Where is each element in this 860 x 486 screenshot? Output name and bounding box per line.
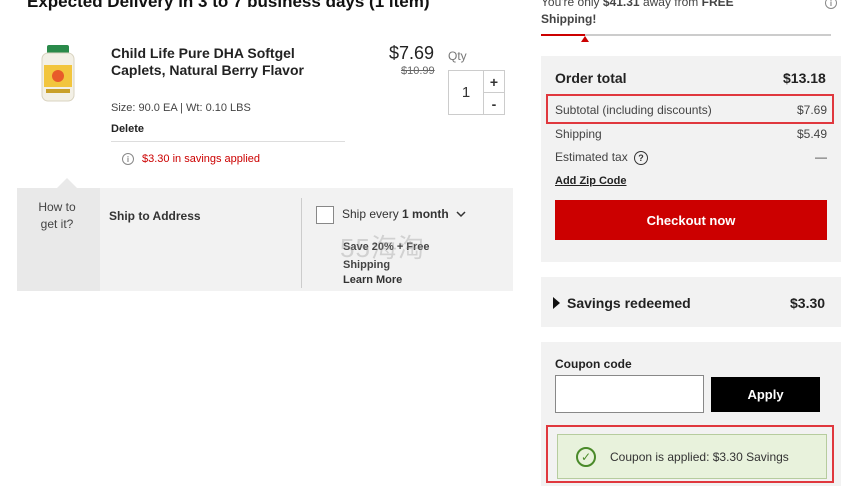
divider bbox=[301, 198, 302, 288]
free-shipping-middle: away from bbox=[639, 0, 702, 9]
caret-right-icon[interactable] bbox=[553, 297, 560, 309]
check-circle-icon: ✓ bbox=[576, 446, 596, 467]
product-size-weight: Size: 90.0 EA | Wt: 0.10 LBS bbox=[111, 102, 251, 114]
ship-every-prefix: Ship every bbox=[342, 207, 403, 221]
coupon-applied-text: Coupon is applied: $3.30 Savings bbox=[610, 449, 789, 464]
savings-applied-text: $3.30 in savings applied bbox=[142, 153, 261, 165]
estimated-tax-label: Estimated tax bbox=[555, 150, 628, 164]
how-to-get-it-label: How to get it? bbox=[38, 200, 76, 231]
product-weight: Wt: 0.10 LBS bbox=[186, 102, 251, 114]
question-icon[interactable]: ? bbox=[634, 150, 649, 165]
watermark: 55海淘 bbox=[340, 233, 425, 263]
order-total-value: $13.18 bbox=[783, 70, 826, 86]
coupon-code-label: Coupon code bbox=[555, 357, 632, 371]
panel-notch bbox=[57, 178, 77, 188]
product-original-price: $10.99 bbox=[401, 65, 435, 77]
qty-decrease-button[interactable]: - bbox=[483, 92, 505, 115]
qty-increase-button[interactable]: + bbox=[483, 70, 505, 93]
product-name[interactable]: Child Life Pure DHA Softgel Caplets, Nat… bbox=[111, 45, 351, 79]
ship-to-address-option[interactable]: Ship to Address bbox=[109, 209, 201, 223]
divider bbox=[111, 141, 345, 142]
free-shipping-progress-fill bbox=[541, 34, 585, 36]
subtotal-value: $7.69 bbox=[796, 103, 827, 117]
subtotal-label: Subtotal (including discounts) bbox=[555, 103, 712, 117]
free-shipping-message: You're only $41.31 away from FREE Shippi… bbox=[541, 0, 781, 28]
ship-every-selector[interactable]: Ship every 1 month bbox=[342, 207, 466, 221]
order-total-label: Order total bbox=[555, 70, 627, 86]
learn-more-link[interactable]: Learn More bbox=[343, 274, 402, 286]
ship-every-value: 1 month bbox=[402, 207, 449, 221]
free-shipping-amount: $41.31 bbox=[602, 0, 640, 9]
savings-applied-note: i $3.30 in savings applied bbox=[122, 153, 260, 165]
delete-link[interactable]: Delete bbox=[111, 123, 144, 135]
checkout-button[interactable]: Checkout now bbox=[555, 200, 827, 240]
delivery-title: Expected Delivery in 3 to 7 business day… bbox=[27, 0, 430, 11]
qty-label: Qty bbox=[448, 49, 467, 63]
estimated-tax-row: Estimated tax ? bbox=[555, 150, 649, 165]
product-image[interactable] bbox=[38, 45, 78, 103]
chevron-down-icon bbox=[456, 211, 466, 218]
savings-redeemed-label[interactable]: Savings redeemed bbox=[567, 295, 691, 311]
shipping-label: Shipping bbox=[555, 127, 602, 141]
qty-input[interactable]: 1 bbox=[448, 70, 484, 115]
estimated-tax-value: — bbox=[815, 150, 827, 164]
ship-every-checkbox[interactable] bbox=[316, 206, 334, 224]
coupon-code-input[interactable] bbox=[555, 375, 704, 413]
info-icon[interactable]: i bbox=[825, 0, 837, 9]
progress-marker-icon bbox=[581, 36, 589, 42]
coupon-applied-message: ✓ Coupon is applied: $3.30 Savings bbox=[557, 434, 827, 479]
apply-coupon-button[interactable]: Apply bbox=[711, 377, 820, 412]
product-price: $7.69 bbox=[389, 43, 435, 63]
savings-redeemed-value: $3.30 bbox=[790, 295, 826, 311]
free-shipping-prefix: You're only bbox=[541, 0, 603, 9]
shipping-value: $5.49 bbox=[796, 127, 827, 141]
info-icon: i bbox=[122, 153, 134, 165]
add-zip-code-link[interactable]: Add Zip Code bbox=[555, 175, 627, 187]
product-size: Size: 90.0 EA bbox=[111, 102, 178, 114]
